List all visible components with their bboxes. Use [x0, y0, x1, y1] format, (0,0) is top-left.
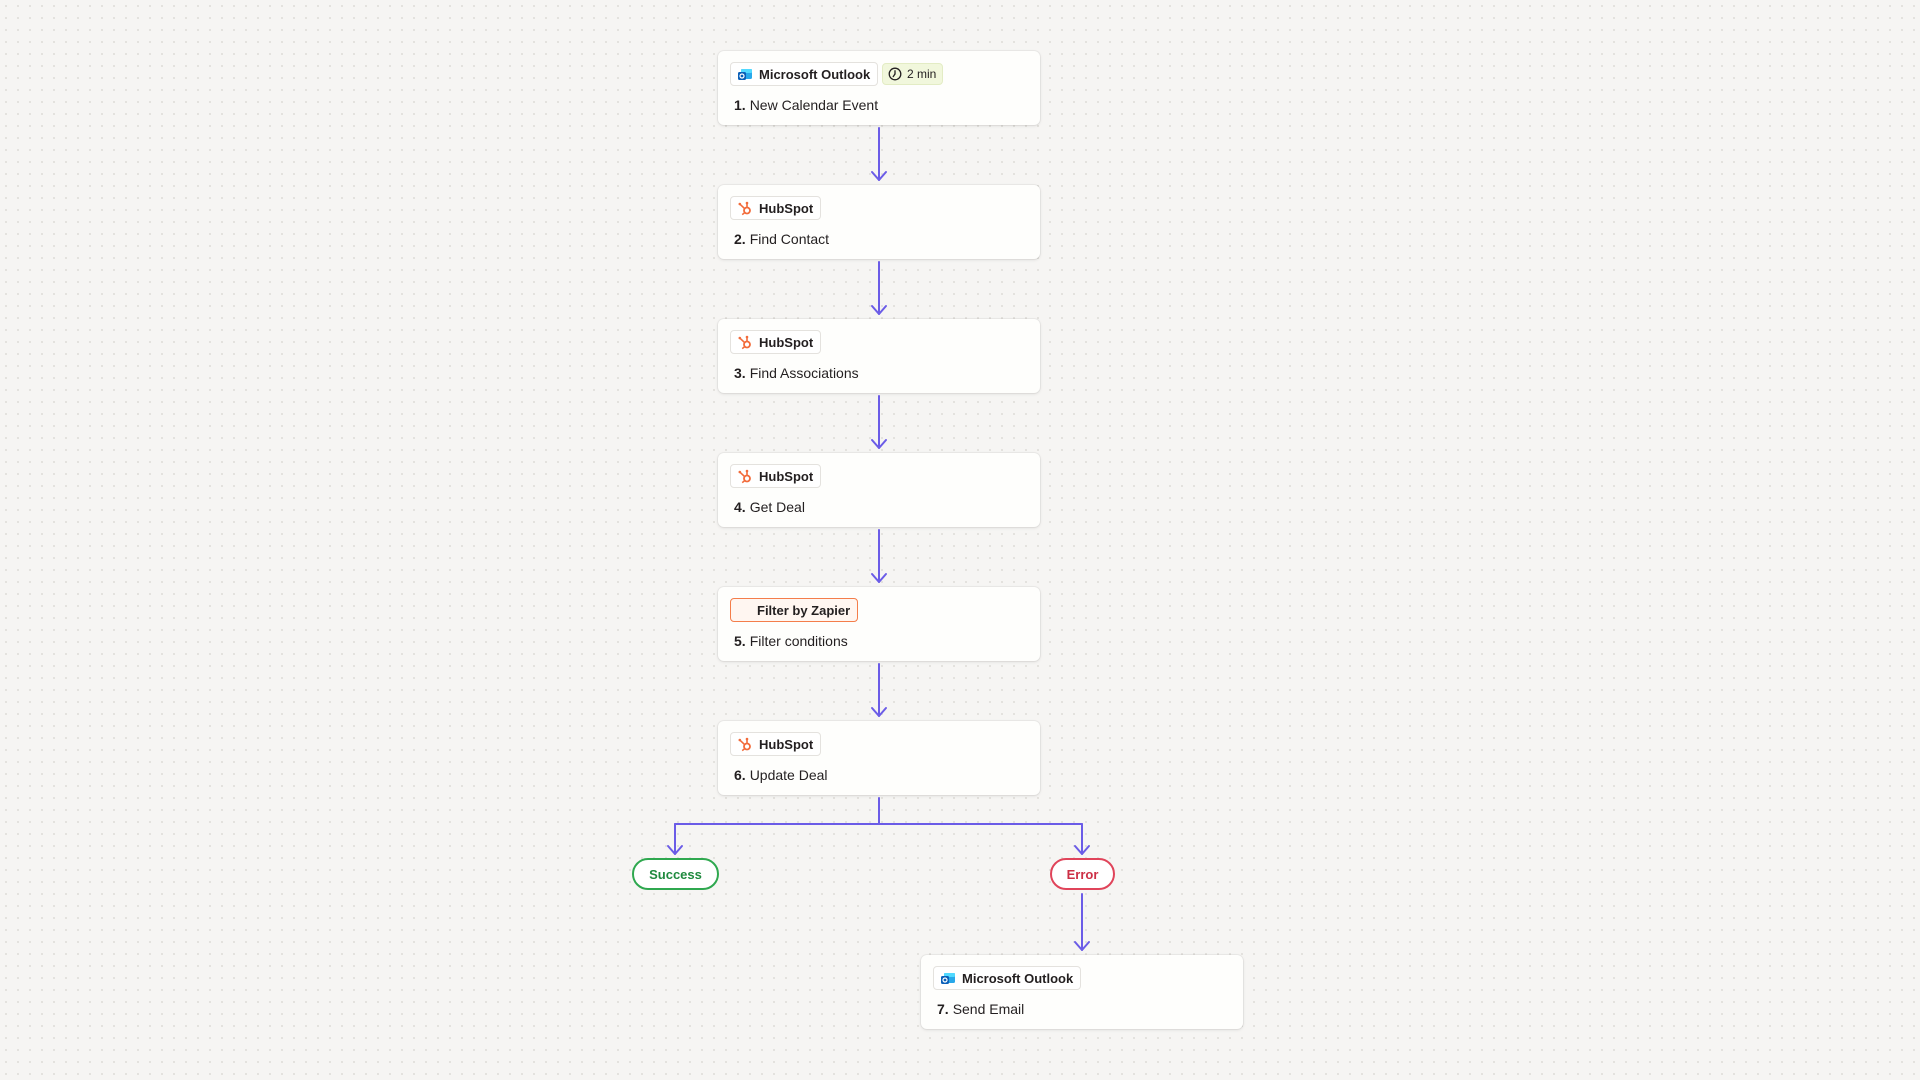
step-5-card[interactable]: Filter by Zapier 5. Filter conditions [718, 587, 1040, 661]
step-title: 2. Find Contact [734, 231, 829, 247]
app-chip: HubSpot [730, 732, 822, 756]
step-number: 1. [734, 97, 746, 113]
step-title: 5. Filter conditions [734, 633, 848, 649]
error-branch-pill[interactable]: Error [1050, 858, 1115, 890]
step-2-card[interactable]: HubSpot 2. Find Contact [718, 185, 1040, 259]
step-4-card[interactable]: HubSpot 4. Get Deal [718, 453, 1040, 527]
step-3-card[interactable]: HubSpot 3. Find Associations [718, 319, 1040, 393]
branch-connector [667, 797, 1090, 855]
time-badge: 2 min [882, 63, 944, 85]
hubspot-icon [737, 736, 753, 752]
connector-1-2 [871, 127, 887, 181]
app-name: Microsoft Outlook [962, 970, 1074, 986]
step-title: 6. Update Deal [734, 767, 828, 783]
app-name: HubSpot [759, 468, 814, 484]
step-name: Send Email [952, 1001, 1025, 1017]
step-1-card[interactable]: Microsoft Outlook 2 min 1. New Calendar E… [718, 51, 1040, 125]
time-label: 2 min [907, 67, 937, 81]
app-chip: Microsoft Outlook [730, 62, 879, 86]
step-title: 4. Get Deal [734, 499, 805, 515]
step-name: Find Associations [749, 365, 859, 381]
outlook-icon [737, 66, 753, 82]
step-number: 3. [734, 365, 746, 381]
step-7-card[interactable]: Microsoft Outlook 7. Send Email [921, 955, 1243, 1029]
app-chip: Filter by Zapier [730, 598, 859, 622]
zap-editor-canvas: Microsoft Outlook 2 min 1. New Calendar E… [0, 0, 1920, 1080]
hubspot-icon [737, 468, 753, 484]
app-name: HubSpot [759, 334, 814, 350]
connectors [667, 127, 1090, 951]
step-number: 4. [734, 499, 746, 515]
step-title: 3. Find Associations [734, 365, 859, 381]
step-name: Get Deal [749, 499, 805, 515]
step-name: Find Contact [749, 231, 830, 247]
clock-icon [888, 67, 902, 81]
step-title: 1. New Calendar Event [734, 97, 878, 113]
app-chip: Microsoft Outlook [933, 966, 1082, 990]
outlook-icon [940, 970, 956, 986]
connector-error-7 [1074, 893, 1090, 951]
app-name: Filter by Zapier [757, 602, 851, 618]
step-name: New Calendar Event [749, 97, 879, 113]
app-name: Microsoft Outlook [759, 66, 871, 82]
step-6-card[interactable]: HubSpot 6. Update Deal [718, 721, 1040, 795]
app-chip: HubSpot [730, 330, 822, 354]
step-number: 7. [937, 1001, 949, 1017]
error-label: Error [1066, 866, 1099, 882]
connector-3-4 [871, 395, 887, 449]
app-chip: HubSpot [730, 196, 822, 220]
hubspot-icon [737, 200, 753, 216]
step-name: Update Deal [749, 767, 828, 783]
step-number: 5. [734, 633, 746, 649]
connector-2-3 [871, 261, 887, 315]
hubspot-icon [737, 334, 753, 350]
step-title: 7. Send Email [937, 1001, 1024, 1017]
step-number: 6. [734, 767, 746, 783]
app-name: HubSpot [759, 200, 814, 216]
step-number: 2. [734, 231, 746, 247]
app-chip: HubSpot [730, 464, 822, 488]
step-name: Filter conditions [749, 633, 848, 649]
connector-4-5 [871, 529, 887, 583]
app-name: HubSpot [759, 736, 814, 752]
connector-5-6 [871, 663, 887, 717]
success-branch-pill[interactable]: Success [632, 858, 719, 890]
success-label: Success [649, 866, 702, 882]
